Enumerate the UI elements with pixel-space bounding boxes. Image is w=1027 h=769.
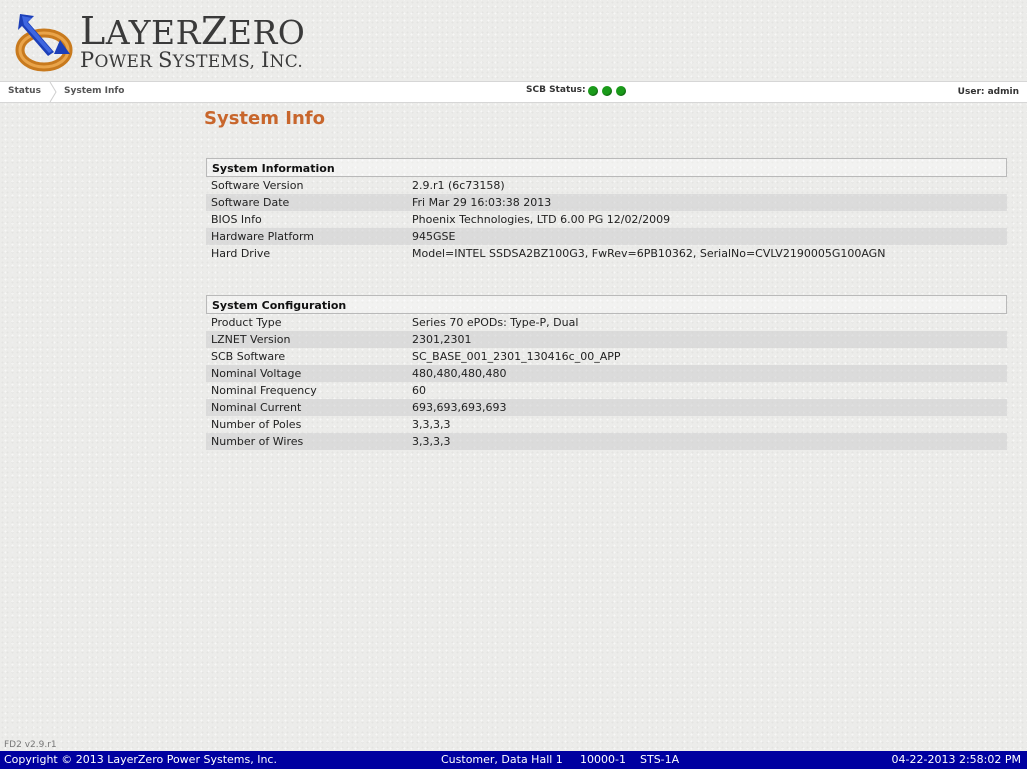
system-configuration-header: System Configuration [206, 295, 1007, 314]
table-row: Number of Poles 3,3,3,3 [206, 416, 1007, 433]
footer-datetime: 04-22-2013 2:58:02 PM [891, 753, 1021, 766]
table-row: BIOS Info Phoenix Technologies, LTD 6.00… [206, 211, 1007, 228]
row-value: 3,3,3,3 [412, 435, 451, 448]
scb-status-indicator-3 [616, 86, 626, 96]
row-value: 60 [412, 384, 426, 397]
row-key: Product Type [211, 316, 282, 329]
table-row: Hardware Platform 945GSE [206, 228, 1007, 245]
system-information-table: System Information Software Version 2.9.… [206, 158, 1007, 262]
table-row: Product Type Series 70 ePODs: Type-P, Du… [206, 314, 1007, 331]
row-key: Nominal Voltage [211, 367, 302, 380]
row-value: Phoenix Technologies, LTD 6.00 PG 12/02/… [412, 213, 671, 226]
scb-status-label: SCB Status: [526, 85, 586, 95]
footer-bar: Copyright © 2013 LayerZero Power Systems… [0, 751, 1027, 769]
row-key: Number of Poles [211, 418, 302, 431]
row-value: 480,480,480,480 [412, 367, 507, 380]
row-key: Nominal Frequency [211, 384, 317, 397]
footer-location: Customer, Data Hall 1 [441, 753, 563, 766]
row-value: 2301,2301 [412, 333, 472, 346]
table-row: Software Version 2.9.r1 (6c73158) [206, 177, 1007, 194]
row-key: Hardware Platform [211, 230, 314, 243]
footer-copyright: Copyright © 2013 LayerZero Power Systems… [4, 753, 277, 766]
table-row: Nominal Voltage 480,480,480,480 [206, 365, 1007, 382]
row-value: 945GSE [412, 230, 456, 243]
scb-status-indicator-1 [588, 86, 598, 96]
user-label: User: admin [957, 87, 1019, 97]
header: LAYERZERO POWER SYSTEMS, INC. [0, 0, 1027, 81]
table-row: Number of Wires 3,3,3,3 [206, 433, 1007, 450]
table-row: Hard Drive Model=INTEL SSDSA2BZ100G3, Fw… [206, 245, 1007, 262]
row-value: SC_BASE_001_2301_130416c_00_APP [412, 350, 621, 363]
row-value: 3,3,3,3 [412, 418, 451, 431]
row-key: Nominal Current [211, 401, 302, 414]
row-value: 2.9.r1 (6c73158) [412, 179, 505, 192]
scb-status-indicator-2 [602, 86, 612, 96]
system-configuration-table: System Configuration Product Type Series… [206, 295, 1007, 450]
system-information-header: System Information [206, 158, 1007, 177]
brand-wordmark: LAYERZERO POWER SYSTEMS, INC. [80, 9, 306, 72]
row-key: LZNET Version [211, 333, 291, 346]
firmware-version-tag: FD2 v2.9.r1 [4, 740, 57, 750]
row-value: Model=INTEL SSDSA2BZ100G3, FwRev=6PB1036… [412, 247, 886, 260]
breadcrumb-separator-icon [49, 82, 57, 102]
table-row: SCB Software SC_BASE_001_2301_130416c_00… [206, 348, 1007, 365]
table-row: Nominal Current 693,693,693,693 [206, 399, 1007, 416]
row-key: Software Date [211, 196, 290, 209]
footer-unit-type: STS-1A [640, 753, 680, 766]
breadcrumb-system-info[interactable]: System Info [64, 86, 124, 96]
table-row: Nominal Frequency 60 [206, 382, 1007, 399]
row-key: Number of Wires [211, 435, 304, 448]
row-key: Software Version [211, 179, 304, 192]
breadcrumb-status[interactable]: Status [8, 86, 41, 96]
row-key: Hard Drive [211, 247, 271, 260]
table-row: Software Date Fri Mar 29 16:03:38 2013 [206, 194, 1007, 211]
row-key: SCB Software [211, 350, 286, 363]
table-row: LZNET Version 2301,2301 [206, 331, 1007, 348]
layerzero-logo-icon [14, 10, 74, 74]
page-title: System Info [204, 108, 325, 129]
row-value: Series 70 ePODs: Type-P, Dual [412, 316, 579, 329]
footer-unit-id: 10000-1 [580, 753, 626, 766]
row-value: 693,693,693,693 [412, 401, 507, 414]
row-key: BIOS Info [211, 213, 262, 226]
row-value: Fri Mar 29 16:03:38 2013 [412, 196, 552, 209]
nav-bar: Status System Info SCB Status: User: adm… [0, 81, 1027, 103]
